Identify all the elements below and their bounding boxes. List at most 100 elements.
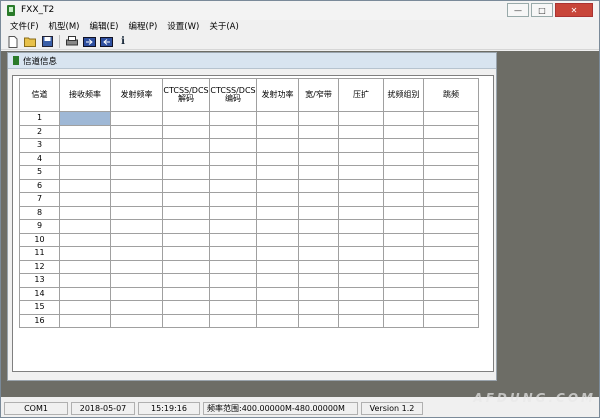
- table-cell[interactable]: [59, 259, 111, 274]
- table-cell[interactable]: [338, 165, 384, 180]
- table-cell[interactable]: [59, 246, 111, 261]
- table-cell[interactable]: [162, 313, 210, 328]
- title-bar[interactable]: FXX_T2 — □ ✕: [1, 1, 599, 20]
- table-cell[interactable]: [298, 232, 339, 247]
- table-cell[interactable]: [110, 259, 163, 274]
- table-cell[interactable]: [162, 219, 210, 234]
- table-cell[interactable]: [383, 219, 424, 234]
- print-icon[interactable]: [65, 35, 79, 48]
- table-cell[interactable]: [59, 111, 111, 126]
- table-cell[interactable]: [298, 219, 339, 234]
- table-cell[interactable]: [209, 111, 257, 126]
- table-cell[interactable]: [209, 286, 257, 301]
- table-cell[interactable]: [110, 232, 163, 247]
- table-cell[interactable]: [209, 232, 257, 247]
- table-cell[interactable]: [256, 219, 299, 234]
- table-cell[interactable]: [338, 273, 384, 288]
- table-cell[interactable]: [338, 111, 384, 126]
- table-cell[interactable]: [256, 259, 299, 274]
- table-cell[interactable]: [162, 205, 210, 220]
- menu-about[interactable]: 关于(A): [206, 20, 245, 34]
- table-cell[interactable]: [423, 124, 479, 139]
- open-folder-icon[interactable]: [23, 35, 37, 48]
- table-cell[interactable]: [383, 259, 424, 274]
- table-cell[interactable]: [383, 124, 424, 139]
- table-cell[interactable]: [59, 178, 111, 193]
- table-cell[interactable]: [162, 300, 210, 315]
- table-cell[interactable]: [423, 300, 479, 315]
- table-cell[interactable]: [162, 111, 210, 126]
- table-cell[interactable]: [256, 178, 299, 193]
- table-cell[interactable]: [59, 192, 111, 207]
- table-cell[interactable]: [383, 192, 424, 207]
- table-cell[interactable]: [110, 300, 163, 315]
- table-cell[interactable]: [298, 246, 339, 261]
- table-cell[interactable]: [338, 300, 384, 315]
- table-cell[interactable]: [110, 286, 163, 301]
- table-cell[interactable]: [110, 111, 163, 126]
- table-cell[interactable]: [209, 259, 257, 274]
- menu-settings[interactable]: 设置(W): [164, 20, 206, 34]
- table-cell[interactable]: [209, 205, 257, 220]
- table-cell[interactable]: [338, 192, 384, 207]
- table-cell[interactable]: [383, 313, 424, 328]
- table-cell[interactable]: [383, 205, 424, 220]
- table-cell[interactable]: [110, 138, 163, 153]
- menu-edit[interactable]: 编辑(E): [87, 20, 126, 34]
- table-cell[interactable]: [256, 246, 299, 261]
- table-cell[interactable]: [338, 246, 384, 261]
- table-cell[interactable]: [383, 286, 424, 301]
- table-cell[interactable]: [59, 232, 111, 247]
- table-cell[interactable]: [423, 232, 479, 247]
- table-cell[interactable]: [162, 286, 210, 301]
- table-cell[interactable]: [256, 286, 299, 301]
- table-cell[interactable]: [383, 246, 424, 261]
- table-cell[interactable]: [423, 246, 479, 261]
- table-cell[interactable]: [338, 259, 384, 274]
- table-cell[interactable]: [383, 178, 424, 193]
- table-cell[interactable]: [298, 111, 339, 126]
- table-cell[interactable]: [162, 138, 210, 153]
- table-cell[interactable]: [423, 111, 479, 126]
- table-cell[interactable]: [298, 273, 339, 288]
- table-cell[interactable]: [209, 178, 257, 193]
- table-cell[interactable]: [298, 178, 339, 193]
- table-cell[interactable]: [110, 246, 163, 261]
- table-cell[interactable]: [298, 286, 339, 301]
- table-cell[interactable]: [298, 124, 339, 139]
- table-cell[interactable]: [298, 205, 339, 220]
- table-cell[interactable]: [209, 273, 257, 288]
- table-cell[interactable]: [59, 205, 111, 220]
- new-file-icon[interactable]: [6, 35, 20, 48]
- table-cell[interactable]: [110, 124, 163, 139]
- menu-model[interactable]: 机型(M): [46, 20, 87, 34]
- table-cell[interactable]: [59, 124, 111, 139]
- table-cell[interactable]: [209, 313, 257, 328]
- table-cell[interactable]: [209, 219, 257, 234]
- table-cell[interactable]: [383, 151, 424, 166]
- table-cell[interactable]: [209, 124, 257, 139]
- table-cell[interactable]: [256, 124, 299, 139]
- table-cell[interactable]: [256, 138, 299, 153]
- table-cell[interactable]: [162, 178, 210, 193]
- table-cell[interactable]: [298, 165, 339, 180]
- table-cell[interactable]: [59, 138, 111, 153]
- table-cell[interactable]: [59, 219, 111, 234]
- channel-window-title-bar[interactable]: 信道信息: [8, 53, 496, 69]
- table-cell[interactable]: [209, 246, 257, 261]
- read-radio-icon[interactable]: [82, 35, 96, 48]
- table-cell[interactable]: [162, 232, 210, 247]
- table-cell[interactable]: [338, 151, 384, 166]
- table-cell[interactable]: [338, 219, 384, 234]
- write-radio-icon[interactable]: [99, 35, 113, 48]
- table-cell[interactable]: [383, 232, 424, 247]
- table-cell[interactable]: [298, 138, 339, 153]
- close-button[interactable]: ✕: [555, 3, 593, 17]
- menu-file[interactable]: 文件(F): [7, 20, 46, 34]
- table-cell[interactable]: [59, 286, 111, 301]
- table-cell[interactable]: [256, 273, 299, 288]
- table-cell[interactable]: [209, 192, 257, 207]
- table-cell[interactable]: [162, 259, 210, 274]
- table-cell[interactable]: [256, 232, 299, 247]
- menu-program[interactable]: 编程(P): [126, 20, 165, 34]
